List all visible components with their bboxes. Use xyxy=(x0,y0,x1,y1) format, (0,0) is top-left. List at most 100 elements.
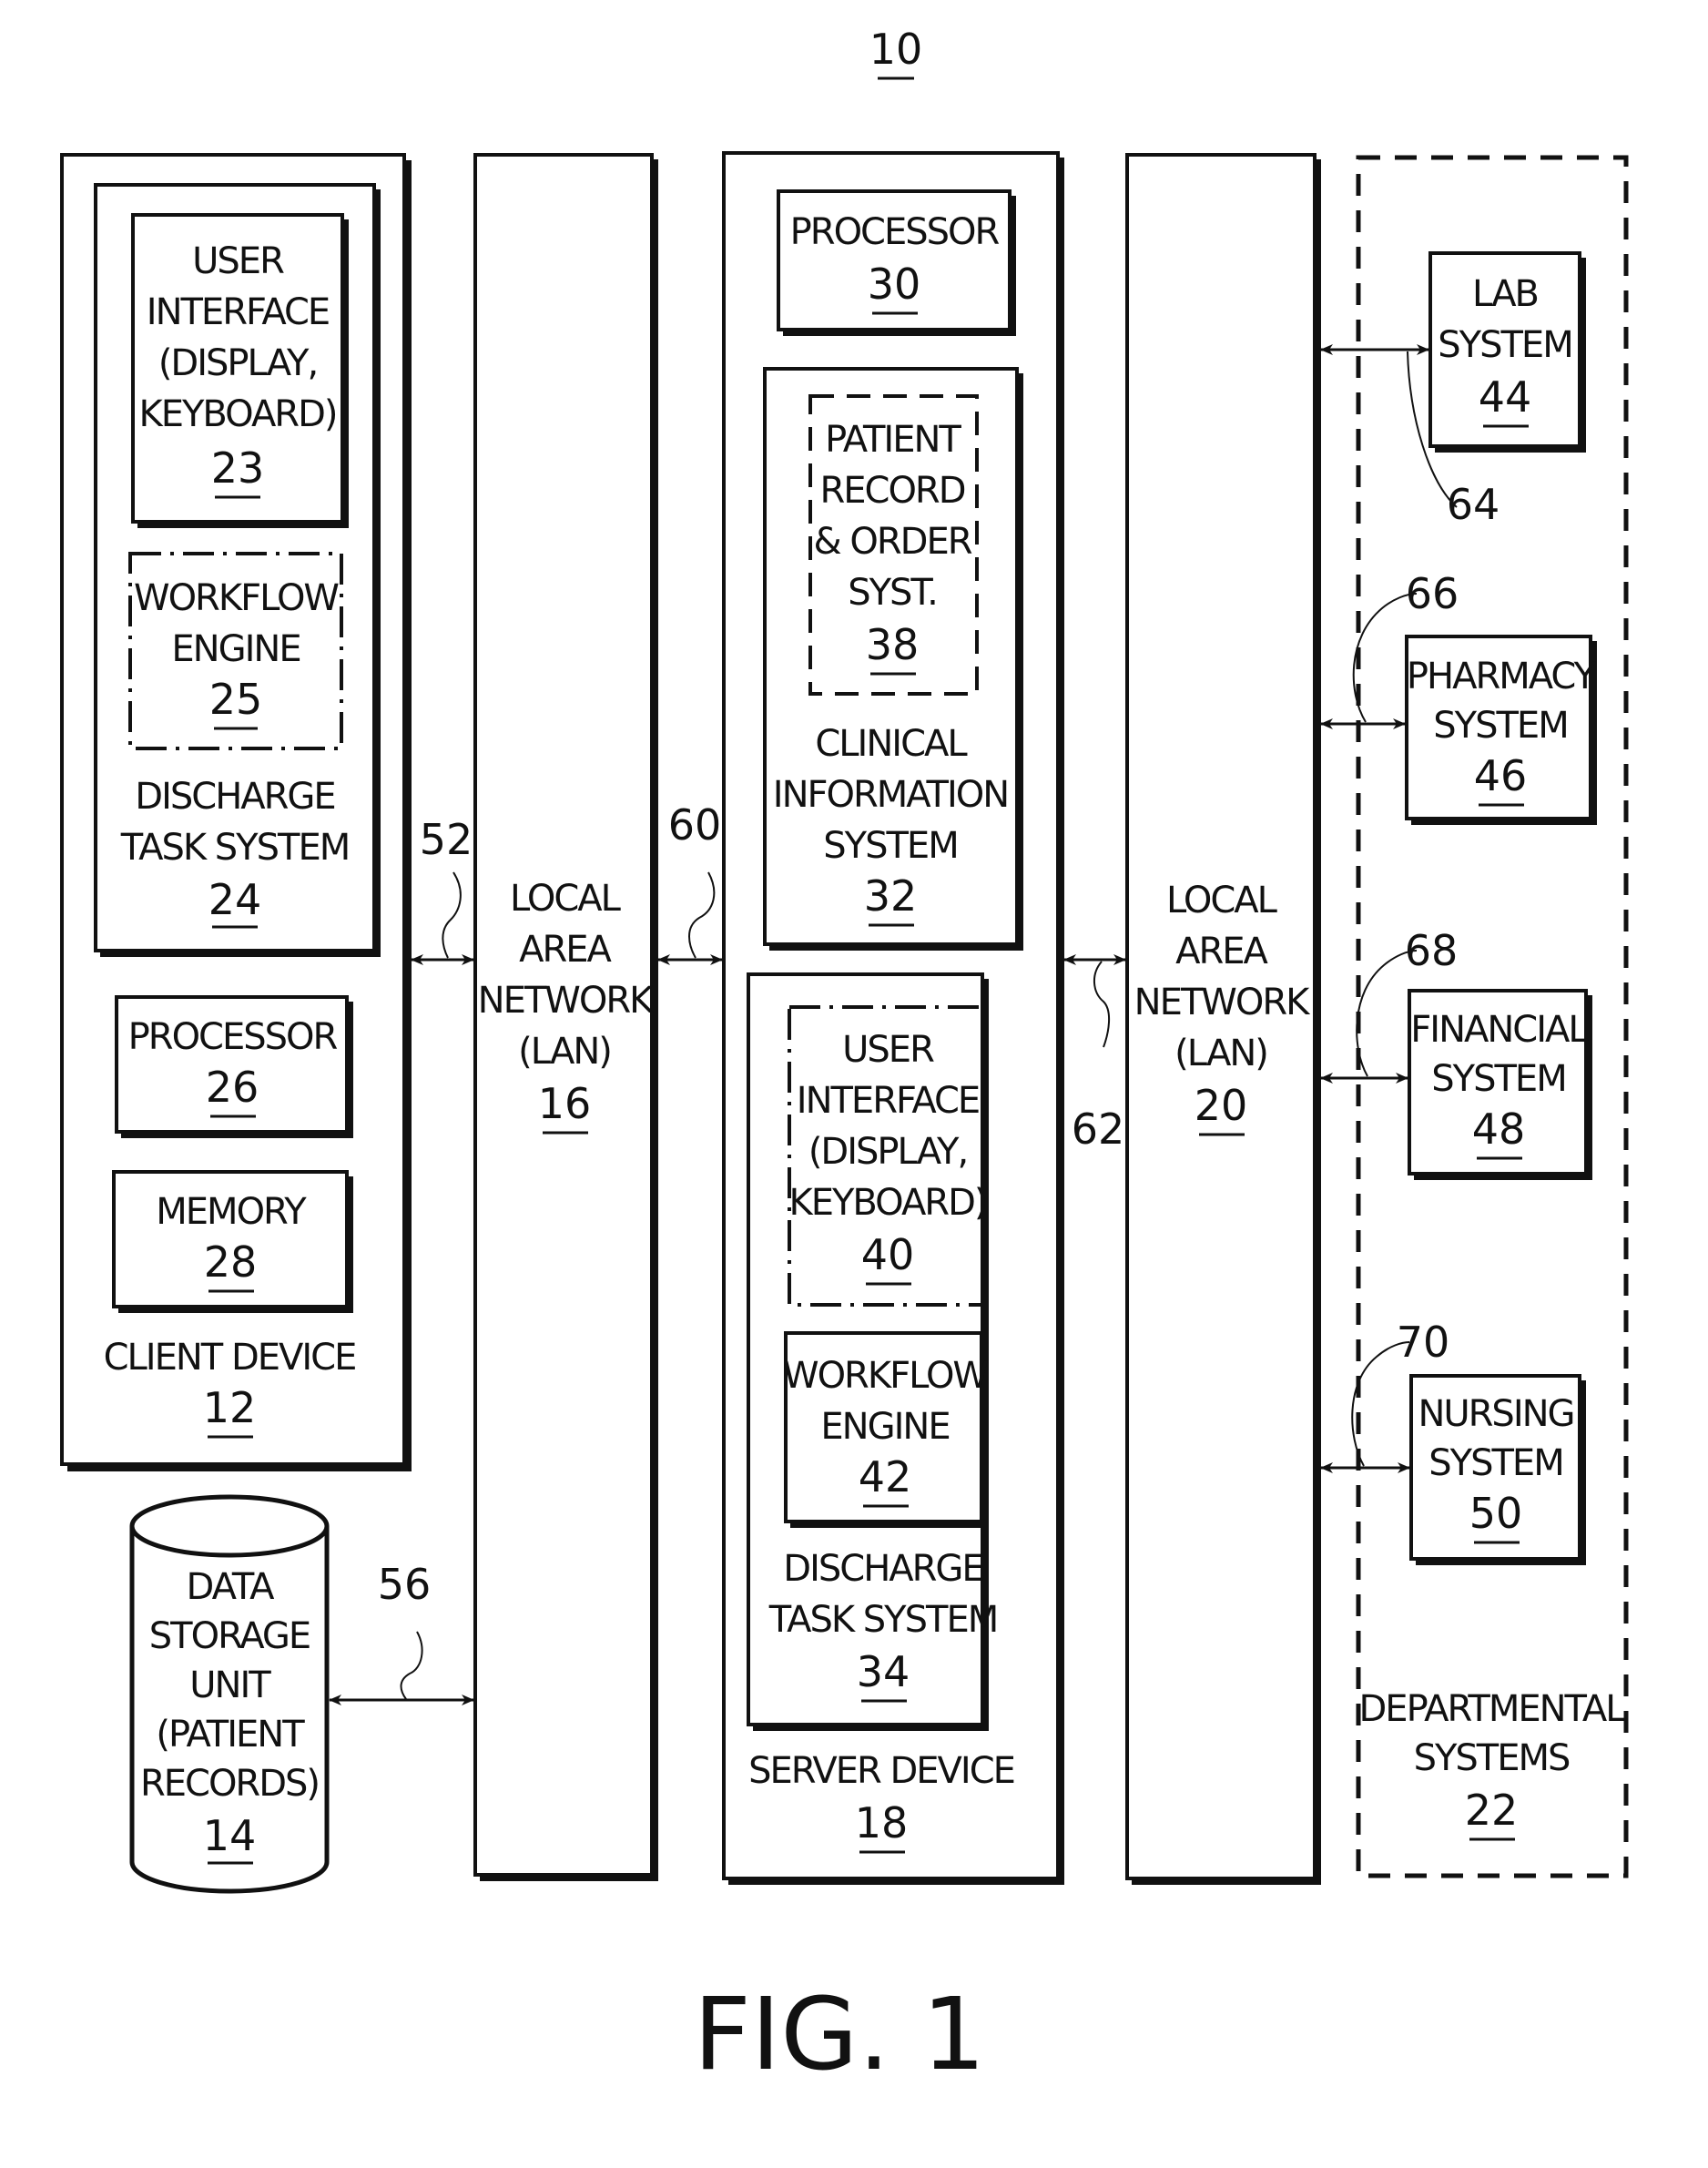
svg-text:18: 18 xyxy=(855,1798,909,1847)
svg-text:23: 23 xyxy=(211,443,265,493)
svg-text:DISCHARGE: DISCHARGE xyxy=(783,1548,982,1590)
svg-text:WORKFLOW: WORKFLOW xyxy=(783,1355,988,1397)
svg-text:ENGINE: ENGINE xyxy=(820,1406,949,1448)
svg-text:(DISPLAY,: (DISPLAY, xyxy=(808,1131,967,1173)
svg-text:16: 16 xyxy=(538,1079,592,1128)
svg-text:28: 28 xyxy=(204,1237,258,1287)
figure-caption: FIG. 1 xyxy=(694,1976,986,2092)
svg-text:DATA: DATA xyxy=(186,1566,275,1608)
lab-system: LAB SYSTEM 44 xyxy=(1428,251,1586,453)
svg-text:NURSING: NURSING xyxy=(1418,1393,1573,1435)
svg-text:14: 14 xyxy=(203,1811,257,1860)
svg-text:INFORMATION: INFORMATION xyxy=(773,774,1008,816)
svg-text:12: 12 xyxy=(203,1383,257,1432)
svg-text:32: 32 xyxy=(864,871,918,921)
svg-text:SYSTEM: SYSTEM xyxy=(1431,1058,1565,1100)
svg-text:CLIENT DEVICE: CLIENT DEVICE xyxy=(104,1337,356,1379)
svg-text:30: 30 xyxy=(868,260,921,309)
connection-52: 52 xyxy=(411,815,474,965)
server-discharge-task-system: USER INTERFACE (DISPLAY, KEYBOARD) 40 WO… xyxy=(747,972,999,1731)
svg-text:SYSTEMS: SYSTEMS xyxy=(1414,1737,1570,1779)
client-discharge-task-system: USER INTERFACE (DISPLAY, KEYBOARD) 23 WO… xyxy=(94,183,381,957)
svg-text:(DISPLAY,: (DISPLAY, xyxy=(158,342,317,384)
svg-text:NETWORK: NETWORK xyxy=(478,980,655,1022)
svg-text:TASK SYSTEM: TASK SYSTEM xyxy=(768,1599,997,1641)
client-user-interface: USER INTERFACE (DISPLAY, KEYBOARD) 23 xyxy=(131,213,349,528)
client-memory: MEMORY 28 xyxy=(112,1170,353,1313)
svg-text:KEYBOARD): KEYBOARD) xyxy=(138,393,336,435)
server-workflow-engine: WORKFLOW ENGINE 42 xyxy=(783,1331,990,1528)
svg-text:RECORD: RECORD xyxy=(819,470,964,512)
data-storage-unit: DATA STORAGE UNIT (PATIENT RECORDS) 14 xyxy=(129,1494,330,1894)
connection-62: 62 xyxy=(1063,954,1126,1154)
svg-text:42: 42 xyxy=(859,1452,912,1501)
svg-text:INTERFACE: INTERFACE xyxy=(147,291,329,333)
clinical-information-system: PATIENT RECORD & ORDER SYST. 38 CLINICAL… xyxy=(763,367,1023,951)
svg-text:SYST.: SYST. xyxy=(848,572,937,614)
svg-text:INTERFACE: INTERFACE xyxy=(797,1080,979,1122)
svg-text:48: 48 xyxy=(1472,1104,1526,1154)
svg-text:DEPARTMENTAL: DEPARTMENTAL xyxy=(1359,1688,1627,1730)
svg-text:MEMORY: MEMORY xyxy=(156,1191,307,1233)
svg-text:KEYBOARD): KEYBOARD) xyxy=(788,1182,986,1224)
svg-text:SYSTEM: SYSTEM xyxy=(1428,1442,1562,1484)
svg-text:LOCAL: LOCAL xyxy=(510,878,622,920)
departmental-systems: LAB SYSTEM 44 PHARMACY SYSTEM 46 FINANCI… xyxy=(1356,155,1629,1878)
svg-text:60: 60 xyxy=(668,800,722,850)
svg-text:38: 38 xyxy=(866,620,920,669)
svg-text:25: 25 xyxy=(209,675,263,724)
svg-text:RECORDS): RECORDS) xyxy=(140,1763,319,1805)
svg-text:56: 56 xyxy=(378,1560,432,1609)
figure-reference: 10 xyxy=(869,25,923,80)
svg-text:SYSTEM: SYSTEM xyxy=(1433,705,1567,747)
pharmacy-system: PHARMACY SYSTEM 46 xyxy=(1405,635,1599,825)
connection-60: 60 xyxy=(657,800,723,965)
svg-text:34: 34 xyxy=(857,1647,910,1696)
svg-text:PROCESSOR: PROCESSOR xyxy=(128,1016,338,1058)
svg-text:LOCAL: LOCAL xyxy=(1166,880,1278,921)
svg-text:70: 70 xyxy=(1397,1318,1450,1367)
svg-text:AREA: AREA xyxy=(519,929,612,971)
svg-text:UNIT: UNIT xyxy=(189,1664,271,1706)
svg-text:44: 44 xyxy=(1479,372,1532,422)
svg-text:& ORDER: & ORDER xyxy=(813,521,971,563)
local-area-network-20: LOCAL AREA NETWORK (LAN) 20 xyxy=(1125,153,1321,1885)
svg-text:46: 46 xyxy=(1474,751,1528,800)
local-area-network-16: LOCAL AREA NETWORK (LAN) 16 xyxy=(473,153,658,1881)
svg-text:52: 52 xyxy=(420,815,473,864)
svg-text:SYSTEM: SYSTEM xyxy=(823,825,957,867)
svg-text:(PATIENT: (PATIENT xyxy=(156,1714,305,1756)
svg-text:ENGINE: ENGINE xyxy=(171,628,300,670)
svg-text:(LAN): (LAN) xyxy=(1174,1033,1267,1074)
svg-text:AREA: AREA xyxy=(1175,931,1268,972)
svg-text:SERVER DEVICE: SERVER DEVICE xyxy=(748,1750,1014,1792)
client-processor: PROCESSOR 26 xyxy=(115,995,353,1138)
connection-56: 56 xyxy=(329,1560,474,1705)
svg-text:LAB: LAB xyxy=(1472,273,1538,315)
system-block-diagram: 10 USER INTERFACE (DISPLAY, KEYBOARD) 23 xyxy=(60,25,1629,2092)
svg-text:PATIENT: PATIENT xyxy=(825,419,961,461)
svg-text:CLINICAL: CLINICAL xyxy=(815,723,968,765)
svg-text:USER: USER xyxy=(842,1029,934,1071)
svg-text:50: 50 xyxy=(1469,1489,1523,1538)
svg-text:NETWORK: NETWORK xyxy=(1134,982,1311,1023)
svg-text:STORAGE: STORAGE xyxy=(149,1615,310,1657)
svg-text:SYSTEM: SYSTEM xyxy=(1438,324,1571,366)
svg-text:62: 62 xyxy=(1072,1104,1125,1154)
svg-text:24: 24 xyxy=(208,875,262,924)
svg-text:10: 10 xyxy=(869,25,923,74)
svg-text:DISCHARGE: DISCHARGE xyxy=(135,776,334,818)
svg-text:22: 22 xyxy=(1465,1786,1519,1835)
svg-text:TASK SYSTEM: TASK SYSTEM xyxy=(120,827,349,869)
nursing-system: NURSING SYSTEM 50 xyxy=(1409,1374,1586,1565)
svg-text:40: 40 xyxy=(861,1230,915,1279)
svg-text:PROCESSOR: PROCESSOR xyxy=(790,211,1000,253)
server-processor: PROCESSOR 30 xyxy=(777,189,1016,336)
svg-text:(LAN): (LAN) xyxy=(518,1031,611,1073)
svg-text:20: 20 xyxy=(1195,1081,1248,1130)
svg-text:WORKFLOW: WORKFLOW xyxy=(134,577,339,619)
svg-text:26: 26 xyxy=(206,1063,259,1112)
svg-text:64: 64 xyxy=(1447,480,1500,529)
svg-text:68: 68 xyxy=(1405,926,1459,975)
financial-system: FINANCIAL SYSTEM 48 xyxy=(1408,989,1592,1180)
